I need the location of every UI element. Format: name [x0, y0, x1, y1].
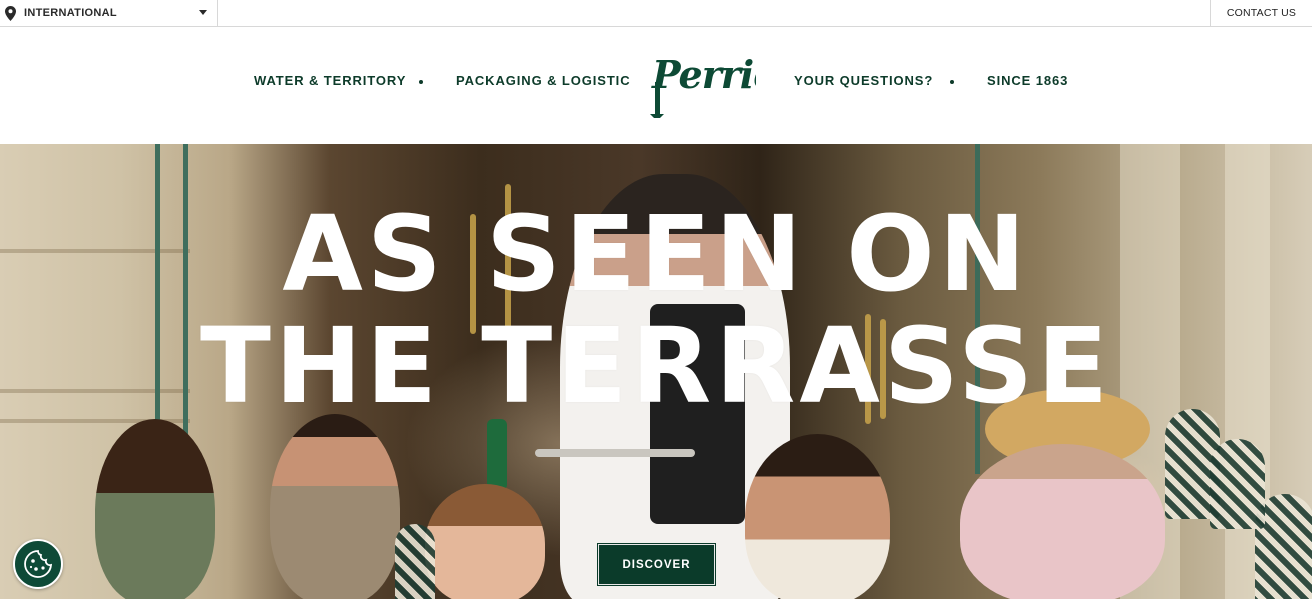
guest-figure [960, 444, 1165, 599]
headline-line-2: THE TERRASSE [199, 305, 1113, 427]
nav-water-territory[interactable]: WATER & TERRITORY [254, 73, 406, 88]
nav-since-1863[interactable]: SINCE 1863 [987, 73, 1068, 88]
perrier-bottle [487, 419, 507, 489]
bistro-chair [395, 524, 435, 599]
guest-figure [745, 434, 890, 599]
serving-tray [535, 449, 695, 457]
contact-us-link[interactable]: CONTACT US [1210, 0, 1312, 26]
guest-figure [95, 419, 215, 599]
hero-banner: AS SEEN ON THE TERRASSE DISCOVER [0, 144, 1312, 599]
main-navigation: WATER & TERRITORY PACKAGING & LOGISTIC P… [0, 27, 1312, 144]
guest-figure [270, 414, 400, 599]
logo-text: Perrier [651, 52, 756, 97]
nav-separator-dot [419, 80, 423, 84]
nav-your-questions[interactable]: YOUR QUESTIONS? [794, 73, 933, 88]
location-pin-icon [5, 5, 16, 21]
discover-button[interactable]: DISCOVER [597, 543, 716, 586]
bistro-chair [1210, 439, 1265, 529]
cookie-settings-button[interactable] [13, 539, 63, 589]
guest-figure [425, 484, 545, 599]
region-selector[interactable]: INTERNATIONAL [0, 0, 218, 26]
region-label: INTERNATIONAL [24, 7, 117, 19]
headline-line-1: AS SEEN ON [282, 193, 1030, 315]
top-utility-bar: INTERNATIONAL CONTACT US [0, 0, 1312, 27]
chevron-down-icon [199, 10, 207, 15]
perrier-logo[interactable]: Perrier [648, 44, 800, 120]
hero-headline: AS SEEN ON THE TERRASSE [0, 198, 1312, 422]
logo-wordmark: Perrier [650, 52, 800, 118]
cookie-icon [24, 550, 53, 578]
nav-separator-dot [950, 80, 954, 84]
nav-packaging-logistic[interactable]: PACKAGING & LOGISTIC [456, 73, 630, 88]
